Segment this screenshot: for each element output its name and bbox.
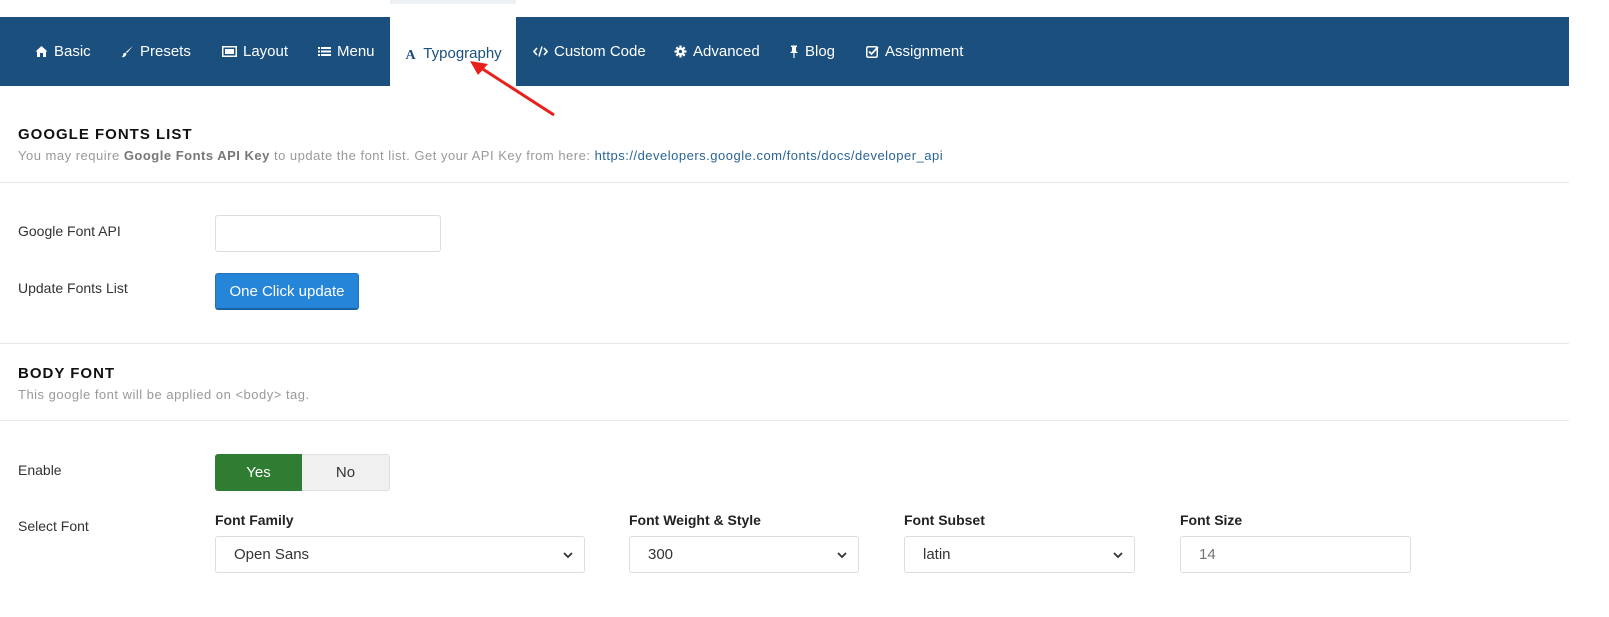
gear-icon — [674, 45, 687, 58]
home-icon — [35, 45, 48, 58]
tab-layout[interactable]: Layout — [222, 17, 288, 86]
body-font-description: This google font will be applied on <bod… — [18, 387, 310, 402]
google-font-api-label: Google Font API — [18, 223, 121, 239]
body-font-section-header: BODY FONT This google font will be appli… — [18, 365, 310, 402]
tab-advanced-label: Advanced — [693, 43, 760, 60]
font-weight-label: Font Weight & Style — [629, 512, 761, 528]
google-fonts-section-header: GOOGLE FONTS LIST You may require Google… — [18, 126, 943, 163]
tab-assignment-label: Assignment — [885, 43, 964, 60]
tab-presets[interactable]: Presets — [121, 17, 191, 86]
tab-menu-label: Menu — [337, 43, 375, 60]
font-weight-select[interactable]: 300 — [629, 536, 859, 573]
desc-middle: to update the font list. Get your API Ke… — [269, 148, 595, 163]
enable-label: Enable — [18, 462, 62, 478]
divider — [0, 420, 1569, 421]
google-fonts-title: GOOGLE FONTS LIST — [18, 126, 193, 143]
layout-icon — [222, 45, 237, 58]
google-fonts-description: You may require Google Fonts API Key to … — [18, 148, 943, 163]
settings-tab-bar: Basic Presets Layout Menu A Typography C… — [0, 0, 1569, 86]
font-family-select[interactable]: Open Sans — [215, 536, 585, 573]
tab-custom-code-label: Custom Code — [554, 43, 646, 60]
tab-blog-label: Blog — [805, 43, 836, 60]
svg-text:A: A — [406, 48, 417, 60]
chevron-down-icon — [563, 552, 573, 559]
font-family-label: Font Family — [215, 512, 294, 528]
body-font-title: BODY FONT — [18, 365, 116, 382]
tab-assignment[interactable]: Assignment — [866, 17, 963, 86]
font-icon: A — [404, 47, 417, 63]
update-fonts-list-label: Update Fonts List — [18, 280, 128, 296]
paintbrush-icon — [121, 45, 134, 58]
enable-toggle: Yes No — [215, 454, 390, 491]
font-subset-value: latin — [923, 546, 951, 563]
chevron-down-icon — [837, 552, 847, 559]
chevron-down-icon — [1113, 552, 1123, 559]
tab-basic-label: Basic — [54, 43, 91, 60]
check-square-icon — [866, 45, 879, 58]
font-subset-select[interactable]: latin — [904, 536, 1135, 573]
code-icon — [532, 45, 549, 58]
desc-api-key: Google Fonts API Key — [123, 148, 270, 163]
tab-menu[interactable]: Menu — [318, 17, 375, 86]
divider — [0, 182, 1569, 183]
divider — [0, 343, 1569, 344]
tab-presets-label: Presets — [140, 43, 191, 60]
select-font-label: Select Font — [18, 518, 89, 534]
list-icon — [318, 45, 331, 58]
desc-prefix: You may require — [18, 148, 124, 163]
tab-blog[interactable]: Blog — [789, 17, 835, 86]
tab-advanced[interactable]: Advanced — [674, 17, 760, 86]
font-weight-value: 300 — [648, 546, 674, 563]
google-font-api-input[interactable] — [215, 215, 441, 252]
font-subset-label: Font Subset — [904, 512, 985, 528]
enable-yes-option[interactable]: Yes — [215, 454, 302, 491]
enable-no-option[interactable]: No — [302, 454, 390, 491]
font-size-input[interactable] — [1180, 536, 1411, 573]
tab-layout-label: Layout — [243, 43, 289, 60]
one-click-update-button[interactable]: One Click update — [215, 273, 359, 310]
font-size-label: Font Size — [1180, 512, 1243, 528]
tab-basic[interactable]: Basic — [35, 17, 91, 86]
pin-icon — [789, 45, 799, 58]
font-family-value: Open Sans — [234, 546, 310, 563]
annotation-arrow-icon — [470, 61, 555, 117]
developer-api-link[interactable]: https://developers.google.com/fonts/docs… — [595, 148, 944, 163]
